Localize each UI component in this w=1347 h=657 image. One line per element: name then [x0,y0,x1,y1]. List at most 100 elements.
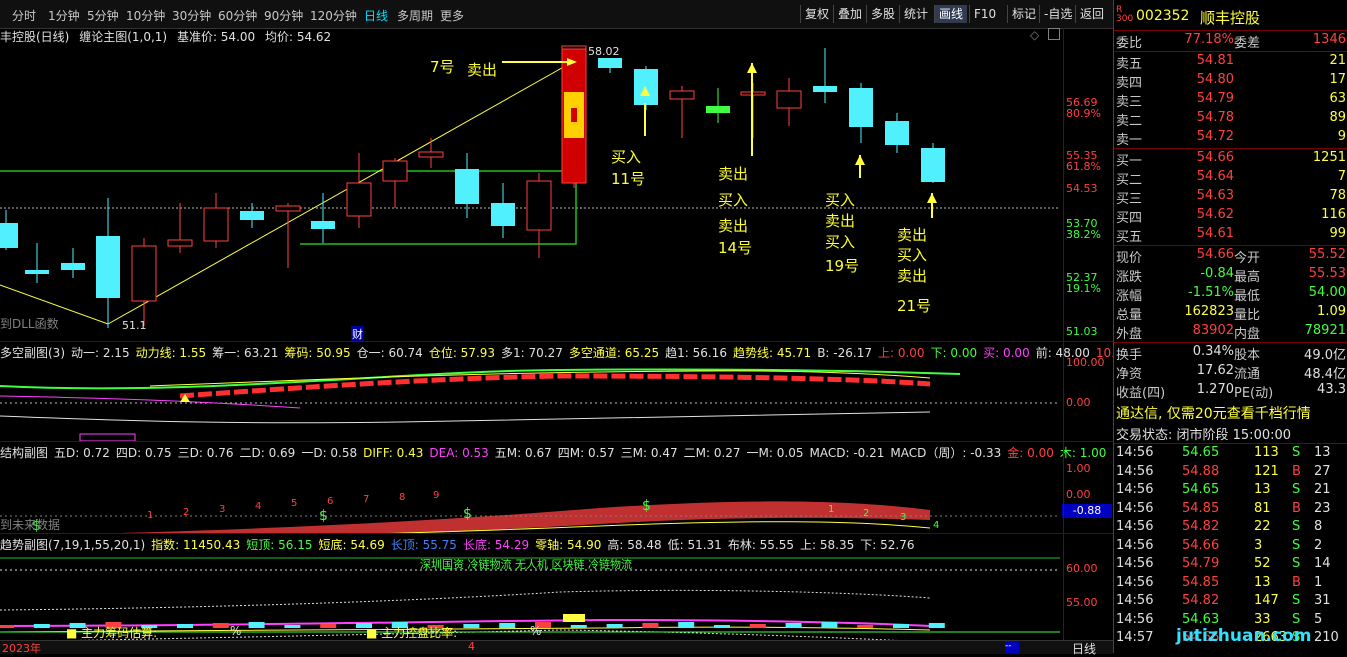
quote-cell: 1.270 [1196,382,1234,397]
ind2-current-value: -0.88 [1062,504,1112,518]
finance-marker[interactable]: 财 [351,326,364,342]
annotation-buy11: 买入 [611,148,642,166]
toolbar-button[interactable]: F10 [969,5,1000,23]
quote-cell: 0.34% [1192,344,1234,359]
stock-name[interactable]: 顺丰控股 [1200,7,1260,28]
quote-cell: 54.79 [1196,91,1234,106]
scroll-handle[interactable]: -- [1005,641,1019,653]
period-tab[interactable]: 10分钟 [126,7,165,24]
period-tab[interactable]: 1分钟 [48,7,80,24]
toolbar-button[interactable]: 画线 [934,5,968,23]
quote-cell: 49.0亿 [1304,348,1346,363]
toolbar-button[interactable]: 标记 [1007,5,1040,23]
tick-cell: 8 [1314,519,1323,534]
price-axis-label: 80.9% [1066,107,1101,120]
structure-number: 9 [433,490,439,501]
toolbar-button[interactable]: -自选 [1039,5,1076,23]
quote-cell: 54.62 [1196,207,1234,222]
ind1-label-100: 100.00 [1066,356,1105,369]
quote-cell: 43.3 [1317,382,1346,397]
price-axis-label: 19.1% [1066,282,1101,295]
ad-text[interactable]: 通达信, 仅需20元查看千档行情 [1116,403,1311,423]
tick-cell: 2 [1314,537,1323,553]
toolbar-button[interactable]: 复权 [800,5,833,23]
period-tab[interactable]: 分时 [12,7,36,24]
quote-cell: 54.66 [1196,247,1234,262]
quote-cell: 净资 [1116,367,1143,382]
ask-row: 卖一 54.72 9 [1114,129,1347,148]
divider [1114,443,1347,444]
quote-cell: 54.80 [1196,72,1234,87]
quote-cell: 卖二 [1116,114,1143,129]
structure-number: 1 [828,504,834,515]
quote-cell: 买四 [1116,211,1143,226]
quote-cell: 1251 [1312,150,1346,165]
toolbar-button[interactable]: 叠加 [833,5,866,23]
tick-cell: S [1292,445,1301,460]
stat-row: 现价 54.66 今开 55.52 [1114,247,1347,266]
tick-cell: 14:56 [1116,519,1154,534]
tick-cell: 1 [1314,574,1323,590]
separator [0,533,1113,534]
annotation-21: 21号 [897,297,932,315]
watermark: jutizhuan.com [1176,626,1312,646]
period-tab[interactable]: 日线 [364,7,388,24]
price-axis-label: 51.03 [1066,325,1098,338]
indicator2-chart: 1 2 3 4 5 6 7 8 91 2 34$$ $ $ [0,490,1060,533]
quote-cell: 78921 [1304,323,1346,338]
control-ratio-label: ■ 主力控盘比率: [366,626,458,640]
quote-cell: 内盘 [1234,327,1261,342]
tick-row: 14:56 54.85 81 B 23 [1114,501,1347,519]
toolbar-button[interactable]: 统计 [899,5,932,23]
toolbar-button[interactable]: 多股 [866,5,899,23]
period-tab[interactable]: 5分钟 [87,7,119,24]
period-tab[interactable]: 30分钟 [172,7,211,24]
tick-row: 14:56 54.65 113 S 13 [1114,445,1347,463]
annotation-19: 19号 [825,257,860,275]
ask-row: 卖五 54.81 21 [1114,53,1347,72]
period-label: 日线 [1072,642,1097,656]
tick-cell: S [1292,611,1301,627]
structure-number: 1 [147,510,153,521]
tick-cell: 13 [1254,574,1271,590]
chip-pct: % [230,624,242,638]
trade-state: 交易状态: 闭市阶段 15:00:00 [1116,428,1292,443]
tick-cell: 54.88 [1182,463,1220,479]
tick-row: 14:56 54.79 52 S 14 [1114,556,1347,574]
chart-area[interactable]: 丰控股(日线) 缠论主图(1,0,1) 基准价: 54.00 均价: 54.62… [0,28,1167,640]
divider [1114,245,1347,246]
period-tab[interactable]: 90分钟 [264,7,303,24]
divider [1114,148,1347,149]
tick-cell: 14:56 [1116,611,1154,627]
tick-cell: 54.85 [1182,574,1220,590]
quote-cell: 54.66 [1196,150,1234,165]
toolbar-button[interactable]: 返回 [1075,5,1108,23]
quote-cell: 流通 [1234,367,1261,382]
tick-row: 14:56 54.88 121 B 27 [1114,464,1347,482]
separator [0,341,1113,342]
tick-cell: 33 [1254,611,1271,627]
period-tab[interactable]: 多周期 [397,7,433,24]
tick-cell: 54.82 [1182,593,1220,608]
time-axis[interactable]: 2023年 4 -- 日线 [0,640,1113,656]
tick-cell: 22 [1254,519,1271,534]
stock-header: R 300 002352 顺丰控股 [1114,6,1347,28]
quote-cell: PE(动) [1234,386,1274,401]
tick-cell: 54.63 [1182,611,1220,627]
month-label: 4 [468,640,475,653]
stock-code: 002352 [1136,8,1190,24]
period-tab[interactable]: 120分钟 [310,7,357,24]
quote-cell: 54.00 [1308,285,1346,300]
period-tab[interactable]: 60分钟 [218,7,257,24]
quote-cell: 99 [1329,226,1346,241]
separator [0,441,1113,442]
structure-number: 2 [863,508,869,519]
quote-cell: 换手 [1116,348,1143,363]
indicator1-chart [0,368,1060,441]
tick-cell: S [1292,537,1301,553]
period-tab[interactable]: 更多 [440,7,464,24]
ind2-label-0: 0.00 [1066,488,1091,501]
quote-cell: 涨跌 [1116,270,1143,285]
structure-number: 2 [183,507,189,518]
tick-cell: 5 [1314,611,1323,627]
